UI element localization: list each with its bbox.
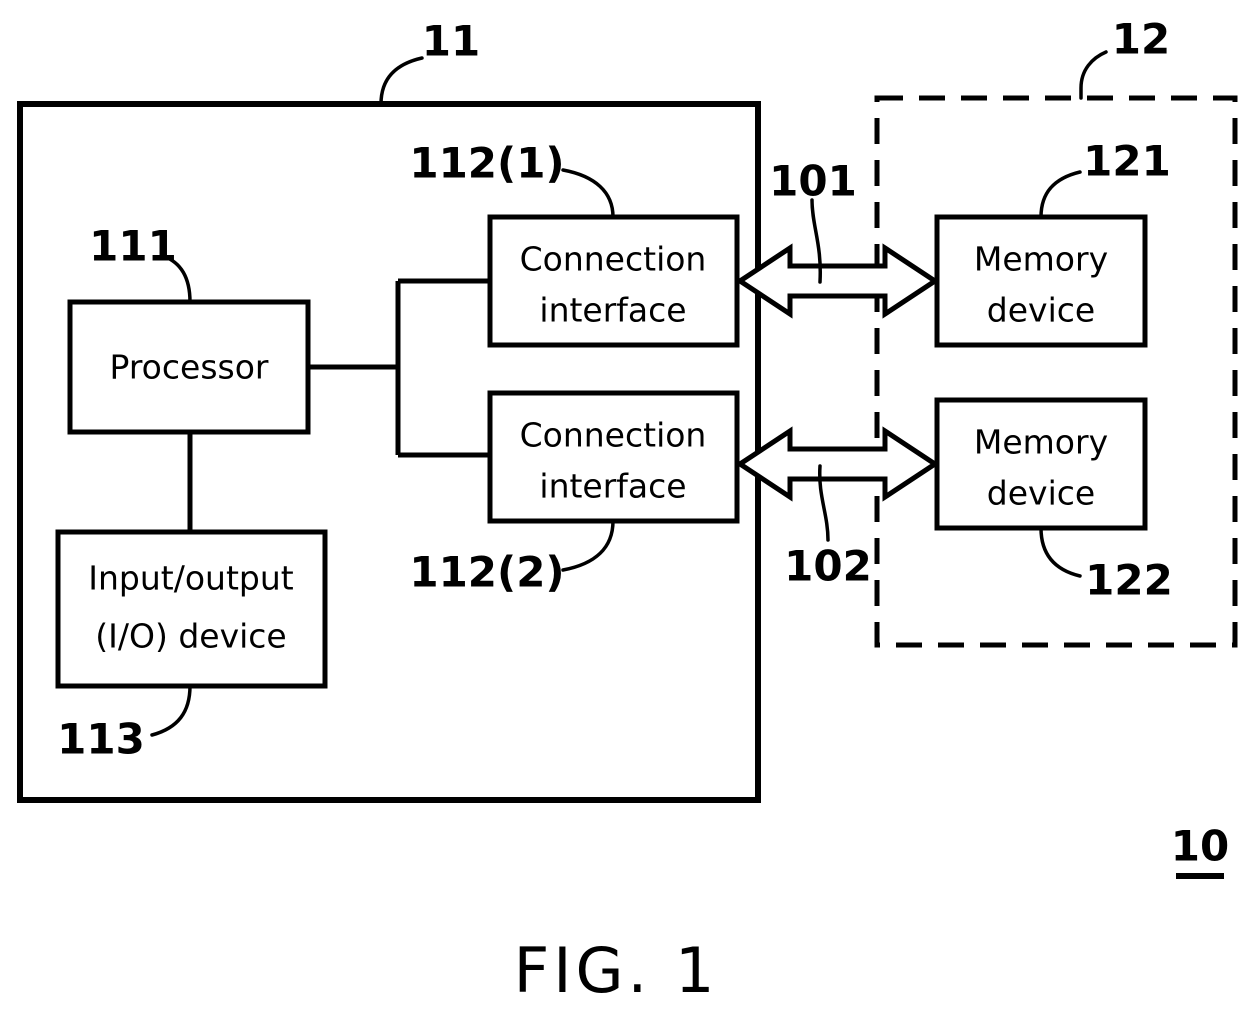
ref-link-2: 102 [784,542,872,591]
io-device-label-line1: Input/output [88,559,293,598]
memory-device-1-label-line2: device [987,291,1095,330]
connection-interface-2-label-line1: Connection [520,416,707,455]
processor-label: Processor [110,348,269,387]
memory-device-2-label-line2: device [987,474,1095,513]
ref-connection-interface-2: 112(2) [409,548,564,597]
io-device-label-line2: (I/O) device [95,617,286,656]
leader-memory-device-1 [1039,170,1082,219]
figure-caption: FIG. 1 [514,934,719,1007]
ref-memory-device-1: 121 [1083,137,1171,186]
memory-device-2-label-line1: Memory [974,423,1108,462]
io-device-block [55,529,328,689]
leader-host-system [379,56,424,106]
ref-io-device: 113 [57,715,145,764]
leader-memory-device-2 [1039,526,1082,578]
diagram-svg: Processor Input/output (I/O) device Conn… [17,15,1238,1007]
ref-link-1: 101 [769,157,857,206]
ref-connection-interface-1: 112(1) [409,139,564,188]
memory-device-1-label-line1: Memory [974,240,1108,279]
leader-io-device [150,684,192,737]
figure-1-canvas: Processor Input/output (I/O) device Conn… [0,0,1240,1028]
connection-interface-2-label-line2: interface [539,467,686,506]
ref-storage-group: 12 [1112,15,1170,64]
link-2-arrow [735,426,940,502]
ref-processor: 111 [89,222,177,271]
connection-interface-1-label-line2: interface [539,291,686,330]
ref-host-system: 11 [422,17,480,66]
leader-connection-interface-1 [561,168,615,219]
ref-system: 10 [1171,822,1229,871]
ref-memory-device-2: 122 [1085,556,1173,605]
link-1-arrow [735,243,940,319]
leader-connection-interface-2 [561,519,615,572]
connection-interface-1-label-line1: Connection [520,240,707,279]
leader-storage-group [1079,50,1108,100]
